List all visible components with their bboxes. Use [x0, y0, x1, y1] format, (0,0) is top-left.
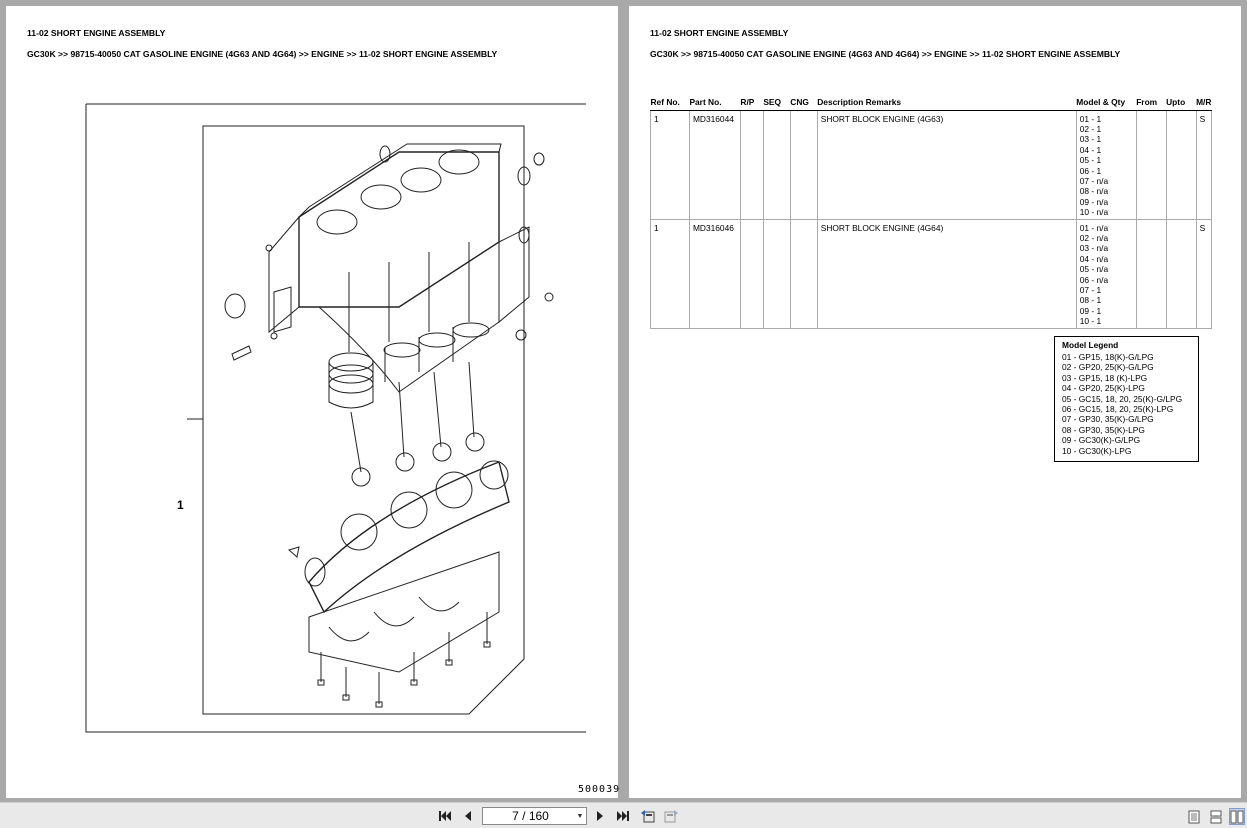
page-title: 11-02 SHORT ENGINE ASSEMBLY — [27, 28, 166, 38]
header-ref-no: Ref No. — [650, 94, 690, 111]
page-title: 11-02 SHORT ENGINE ASSEMBLY — [650, 28, 789, 38]
header-rp: R/P — [740, 94, 764, 111]
legend-item: 04 - GP20, 25(K)-LPG — [1062, 383, 1145, 394]
cell-from — [1135, 109, 1167, 220]
page-number-select[interactable]: 7 / 160 ▼ — [482, 807, 587, 825]
model-qty-line: 02 - 1 — [1079, 123, 1102, 134]
viewer-toolbar: 7 / 160 ▼ — [0, 802, 1247, 828]
cell-rp — [739, 109, 764, 220]
engine-illustration — [85, 103, 586, 733]
model-qty-line: 03 - 1 — [1079, 134, 1102, 145]
forward-icon[interactable] — [663, 808, 679, 824]
chevron-down-icon: ▼ — [576, 812, 584, 820]
cell-ref: 1 — [650, 109, 690, 220]
last-page-icon[interactable] — [615, 808, 631, 824]
legend-item: 01 - GP15, 18(K)-G/LPG — [1062, 352, 1154, 362]
header-mr: M/R — [1196, 94, 1212, 111]
model-qty-line: 05 - n/a — [1079, 264, 1109, 275]
cell-part-no: MD316044 — [688, 109, 741, 220]
first-page-icon[interactable] — [437, 808, 453, 824]
cell-model-qty: 01 - n/a 02 - n/a 03 - n/a 04 - n/a 05 -… — [1075, 218, 1137, 329]
model-qty-line: 06 - 1 — [1079, 165, 1102, 176]
model-qty-line: 07 - n/a — [1079, 175, 1109, 186]
cell-seq — [762, 109, 791, 220]
cell-cng — [789, 218, 818, 329]
legend-item: 09 - GC30(K)-G/LPG — [1062, 435, 1141, 446]
legend-item: 10 - GC30(K)-LPG — [1062, 445, 1132, 456]
header-seq: SEQ — [763, 94, 791, 111]
back-icon[interactable] — [640, 808, 656, 824]
model-qty-line: 02 - n/a — [1079, 232, 1109, 243]
left-page: 11-02 SHORT ENGINE ASSEMBLY GC30K >> 987… — [6, 6, 619, 798]
next-page-icon[interactable] — [592, 808, 608, 824]
cell-seq — [762, 218, 791, 329]
model-legend: Model Legend 01 - GP15, 18(K)-G/LPG 02 -… — [1054, 336, 1199, 462]
model-qty-line: 10 - n/a — [1079, 207, 1109, 218]
breadcrumb: GC30K >> 98715-40050 CAT GASOLINE ENGINE… — [27, 49, 498, 59]
two-page-view-icon[interactable] — [1229, 808, 1245, 825]
drawing-code: 500039 — [578, 784, 621, 795]
model-qty-line: 04 - n/a — [1079, 253, 1109, 264]
header-part-no: Part No. — [689, 94, 741, 111]
cell-description: SHORT BLOCK ENGINE (4G63) — [816, 109, 1077, 220]
model-qty-line: 10 - 1 — [1079, 316, 1102, 327]
model-qty-line: 09 - 1 — [1079, 305, 1102, 316]
page-indicator: 7 / 160 — [512, 809, 549, 823]
header-upto: Upto — [1166, 94, 1197, 111]
legend-item: 02 - GP20, 25(K)-G/LPG — [1062, 362, 1154, 373]
continuous-view-icon[interactable] — [1208, 808, 1224, 825]
parts-table: Ref No. Part No. R/P SEQ CNG Description… — [650, 94, 1213, 329]
cell-cng — [789, 109, 818, 220]
cell-description: SHORT BLOCK ENGINE (4G64) — [816, 218, 1077, 329]
legend-item: 03 - GP15, 18 (K)-LPG — [1062, 372, 1148, 383]
model-qty-line: 08 - 1 — [1079, 295, 1102, 306]
cell-part-no: MD316046 — [688, 218, 741, 329]
header-description: Description Remarks — [817, 94, 1077, 111]
prev-page-icon[interactable] — [460, 808, 476, 824]
header-model-qty: Model & Qty — [1076, 94, 1137, 111]
table-row: 1 MD316046 SHORT BLOCK ENGINE (4G64) 01 … — [650, 218, 1213, 329]
table-header-row: Ref No. Part No. R/P SEQ CNG Description… — [650, 94, 1212, 111]
breadcrumb: GC30K >> 98715-40050 CAT GASOLINE ENGINE… — [650, 49, 1121, 59]
table-row: 1 MD316044 SHORT BLOCK ENGINE (4G63) 01 … — [650, 109, 1213, 220]
cell-from — [1135, 218, 1167, 329]
model-qty-line: 01 - n/a — [1079, 222, 1109, 233]
legend-item: 08 - GP30, 35(K)-LPG — [1062, 424, 1145, 435]
model-qty-line: 05 - 1 — [1079, 155, 1102, 166]
callout-ref-1: 1 — [177, 498, 184, 512]
legend-item: 05 - GC15, 18, 20, 25(K)-G/LPG — [1062, 393, 1183, 404]
cell-upto — [1165, 109, 1197, 220]
cell-ref: 1 — [650, 218, 690, 329]
model-qty-line: 07 - 1 — [1079, 284, 1102, 295]
single-page-view-icon[interactable] — [1186, 808, 1202, 825]
right-page: 11-02 SHORT ENGINE ASSEMBLY GC30K >> 987… — [629, 6, 1241, 798]
model-qty-line: 04 - 1 — [1079, 144, 1102, 155]
legend-title: Model Legend — [1062, 340, 1119, 350]
model-qty-line: 08 - n/a — [1079, 186, 1109, 197]
cell-model-qty: 01 - 1 02 - 1 03 - 1 04 - 1 05 - 1 06 - … — [1075, 109, 1137, 220]
cell-upto — [1165, 218, 1197, 329]
model-qty-line: 09 - n/a — [1079, 196, 1109, 207]
exploded-engine-drawing: 1 500039 — [69, 92, 619, 795]
cell-rp — [739, 218, 764, 329]
model-qty-line: 03 - n/a — [1079, 243, 1109, 254]
legend-item: 06 - GC15, 18, 20, 25(K)-LPG — [1062, 404, 1174, 415]
cell-mr: S — [1195, 109, 1213, 220]
cell-mr: S — [1195, 218, 1213, 329]
header-from: From — [1136, 94, 1167, 111]
model-qty-line: 06 - n/a — [1079, 274, 1109, 285]
legend-item: 07 - GP30, 35(K)-G/LPG — [1062, 414, 1154, 425]
header-cng: CNG — [790, 94, 818, 111]
model-qty-line: 01 - 1 — [1079, 113, 1102, 124]
